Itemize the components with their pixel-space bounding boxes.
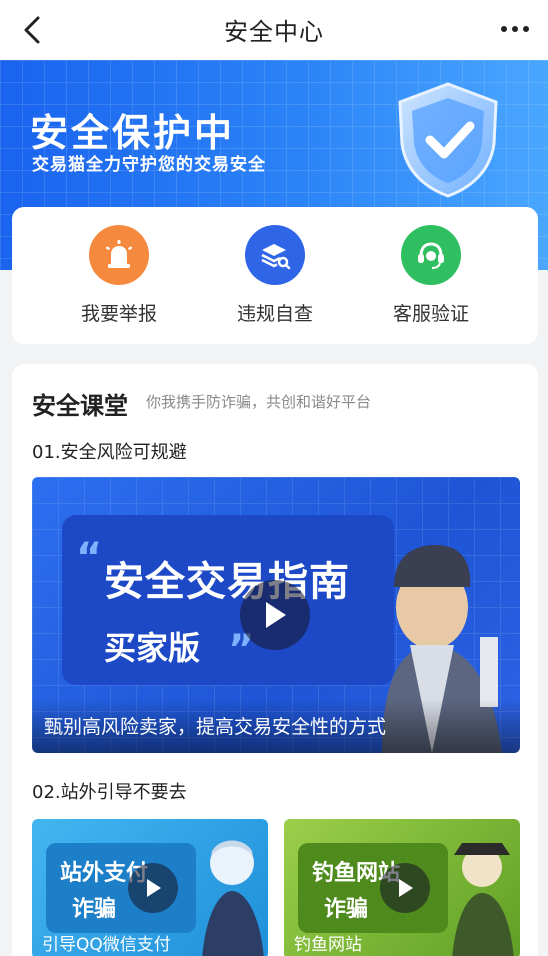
section-title: 安全课堂 xyxy=(32,392,128,420)
action-label-self-check: 违规自查 xyxy=(236,303,313,325)
report-button[interactable]: 我要举报 xyxy=(59,225,179,326)
action-label-report: 我要举报 xyxy=(80,303,157,325)
cs-verify-button[interactable]: 客服验证 xyxy=(371,225,491,326)
hero-title: 安全保护中 xyxy=(30,111,236,155)
lesson-heading-2: 02.站外引导不要去 xyxy=(32,782,187,803)
play-button[interactable] xyxy=(380,863,430,913)
video-card-offsite-payment[interactable]: 站外支付 诈骗 引导QQ微信支付 xyxy=(32,819,268,956)
action-label-cs-verify: 客服验证 xyxy=(392,303,469,325)
page-title: 安全中心 xyxy=(224,18,324,46)
video-title: 安全交易指南 xyxy=(104,559,350,605)
video-title-line2: 诈骗 xyxy=(324,897,369,922)
play-button[interactable] xyxy=(128,863,178,913)
nav-bar: 安全中心 xyxy=(0,0,548,60)
character-illustration xyxy=(440,829,520,956)
more-dots-icon[interactable] xyxy=(498,16,532,42)
video-subtitle: 买家版 xyxy=(104,629,201,667)
character-illustration xyxy=(192,829,268,956)
layers-search-icon xyxy=(245,225,305,285)
quick-actions-card: 我要举报 违规自查 客服验证 xyxy=(12,207,538,344)
lesson-heading-1: 01.安全风险可规避 xyxy=(32,442,187,463)
play-button[interactable] xyxy=(240,580,310,650)
video-caption: 钓鱼网站 xyxy=(294,935,362,955)
video-card-trade-guide[interactable]: “ 安全交易指南 买家版 ” 甄别高风险卖家，提高交易安全性的方式 xyxy=(32,477,520,753)
video-title-line2: 诈骗 xyxy=(72,897,117,922)
headset-icon xyxy=(401,225,461,285)
video-caption: 甄别高风险卖家，提高交易安全性的方式 xyxy=(44,716,387,738)
quote-open-icon: “ xyxy=(76,535,103,581)
alarm-siren-icon xyxy=(89,225,149,285)
safety-class-card: 安全课堂 你我携手防诈骗，共创和谐好平台 01.安全风险可规避 “ 安全交易指南… xyxy=(12,364,538,956)
self-check-button[interactable]: 违规自查 xyxy=(215,225,335,326)
section-slogan: 你我携手防诈骗，共创和谐好平台 xyxy=(146,393,372,411)
video-caption: 引导QQ微信支付 xyxy=(42,935,171,955)
video-card-phishing-site[interactable]: 钓鱼网站 诈骗 钓鱼网站 xyxy=(284,819,520,956)
shield-check-icon xyxy=(390,80,506,200)
hero-subtitle: 交易猫全力守护您的交易安全 xyxy=(32,155,266,175)
